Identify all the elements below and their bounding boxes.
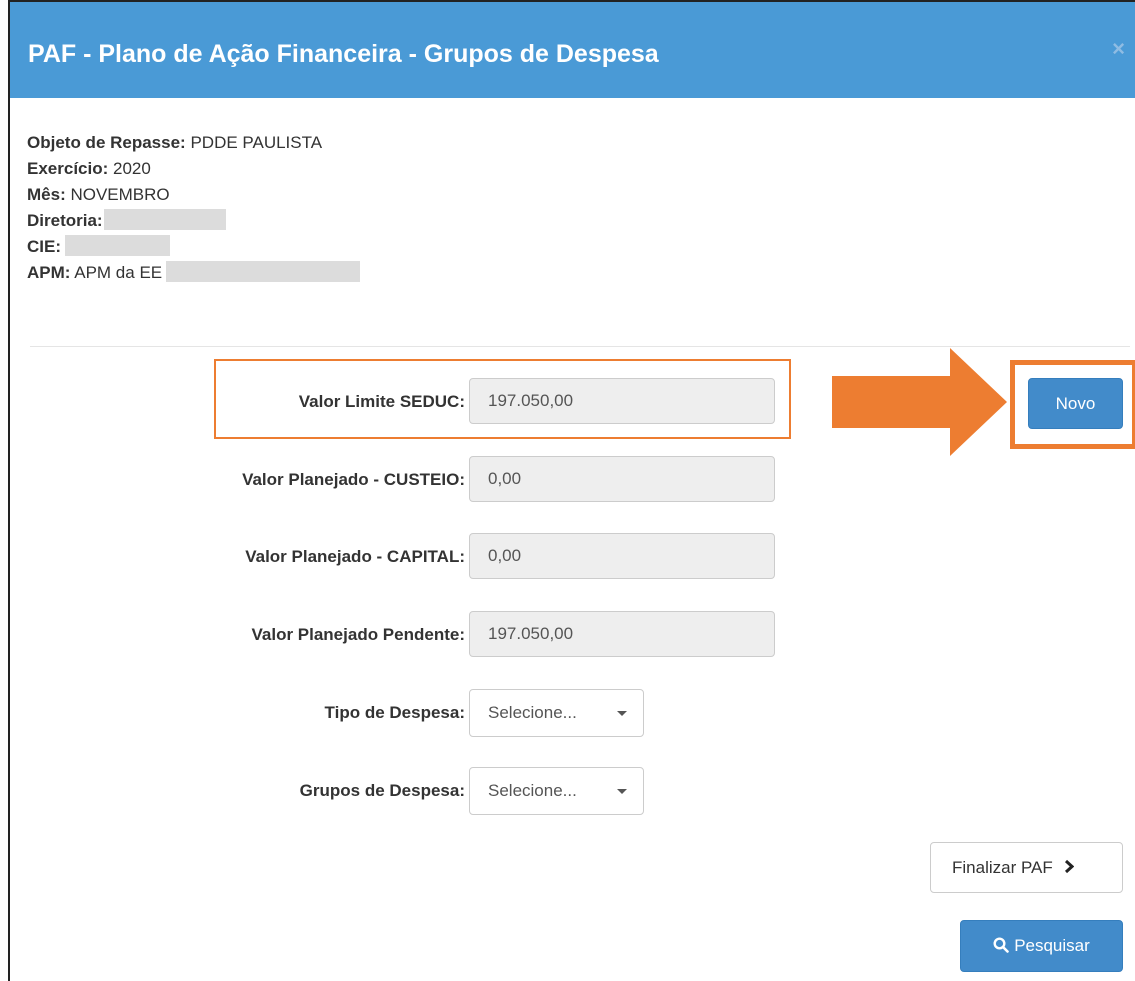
mes-value: NOVEMBRO (70, 185, 170, 204)
tipo-label: Tipo de Despesa: (324, 703, 465, 722)
pendente-label: Valor Planejado Pendente: (251, 625, 465, 644)
diretoria-redacted (103, 209, 226, 231)
modal-dialog: PAF - Plano de Ação Financeira - Grupos … (8, 0, 1135, 981)
caret-down-icon (617, 789, 627, 794)
arrow-right-icon (832, 348, 1007, 456)
row-pendente: Valor Planejado Pendente: 197.050,00 (10, 611, 810, 659)
grupos-despesa-select[interactable]: Selecione... (469, 767, 644, 815)
finalizar-paf-button[interactable]: Finalizar PAF (930, 842, 1123, 893)
modal-header: PAF - Plano de Ação Financeira - Grupos … (10, 2, 1135, 98)
info-mes: Mês: NOVEMBRO (27, 182, 360, 208)
row-custeio: Valor Planejado - CUSTEIO: 0,00 (10, 456, 810, 504)
mes-label: Mês: (27, 185, 66, 204)
tipo-selected: Selecione... (488, 703, 577, 722)
chevron-right-icon (1064, 859, 1074, 874)
close-button[interactable]: × (1112, 38, 1125, 60)
pesquisar-button[interactable]: Pesquisar (960, 920, 1123, 972)
grupos-label: Grupos de Despesa: (299, 781, 465, 800)
row-capital: Valor Planejado - CAPITAL: 0,00 (10, 533, 810, 581)
apm-value: APM da EE (74, 263, 163, 282)
exercicio-value: 2020 (113, 159, 151, 178)
apm-label: APM: (27, 263, 71, 282)
info-panel: Objeto de Repasse: PDDE PAULISTA Exercíc… (27, 130, 361, 286)
cie-redacted (65, 235, 170, 257)
pesquisar-label: Pesquisar (1014, 936, 1090, 955)
diretoria-label: Diretoria: (27, 211, 103, 230)
search-icon (993, 937, 1009, 953)
objeto-label: Objeto de Repasse: (27, 133, 186, 152)
annotation-highlight-box (214, 359, 791, 439)
caret-down-icon (617, 711, 627, 716)
capital-field[interactable]: 0,00 (469, 533, 775, 579)
finalizar-label: Finalizar PAF (952, 858, 1053, 877)
divider (30, 346, 1130, 347)
tipo-despesa-select[interactable]: Selecione... (469, 689, 644, 737)
pendente-field[interactable]: 197.050,00 (469, 611, 775, 657)
novo-button[interactable]: Novo (1028, 378, 1123, 429)
modal-title: PAF - Plano de Ação Financeira - Grupos … (28, 40, 659, 68)
capital-label: Valor Planejado - CAPITAL: (245, 547, 465, 566)
grupos-selected: Selecione... (488, 781, 577, 800)
row-tipo: Tipo de Despesa: Selecione... (10, 689, 810, 737)
objeto-value: PDDE PAULISTA (190, 133, 323, 152)
custeio-field[interactable]: 0,00 (469, 456, 775, 502)
info-exercicio: Exercício: 2020 (27, 156, 360, 182)
row-grupos: Grupos de Despesa: Selecione... (10, 767, 810, 815)
info-apm: APM: APM da EE (27, 260, 361, 286)
apm-redacted (166, 261, 361, 283)
info-cie: CIE: (27, 234, 360, 260)
info-diretoria: Diretoria: (27, 208, 360, 234)
cie-label: CIE: (27, 237, 61, 256)
exercicio-label: Exercício: (27, 159, 109, 178)
info-objeto: Objeto de Repasse: PDDE PAULISTA (27, 130, 360, 156)
custeio-label: Valor Planejado - CUSTEIO: (242, 470, 465, 489)
